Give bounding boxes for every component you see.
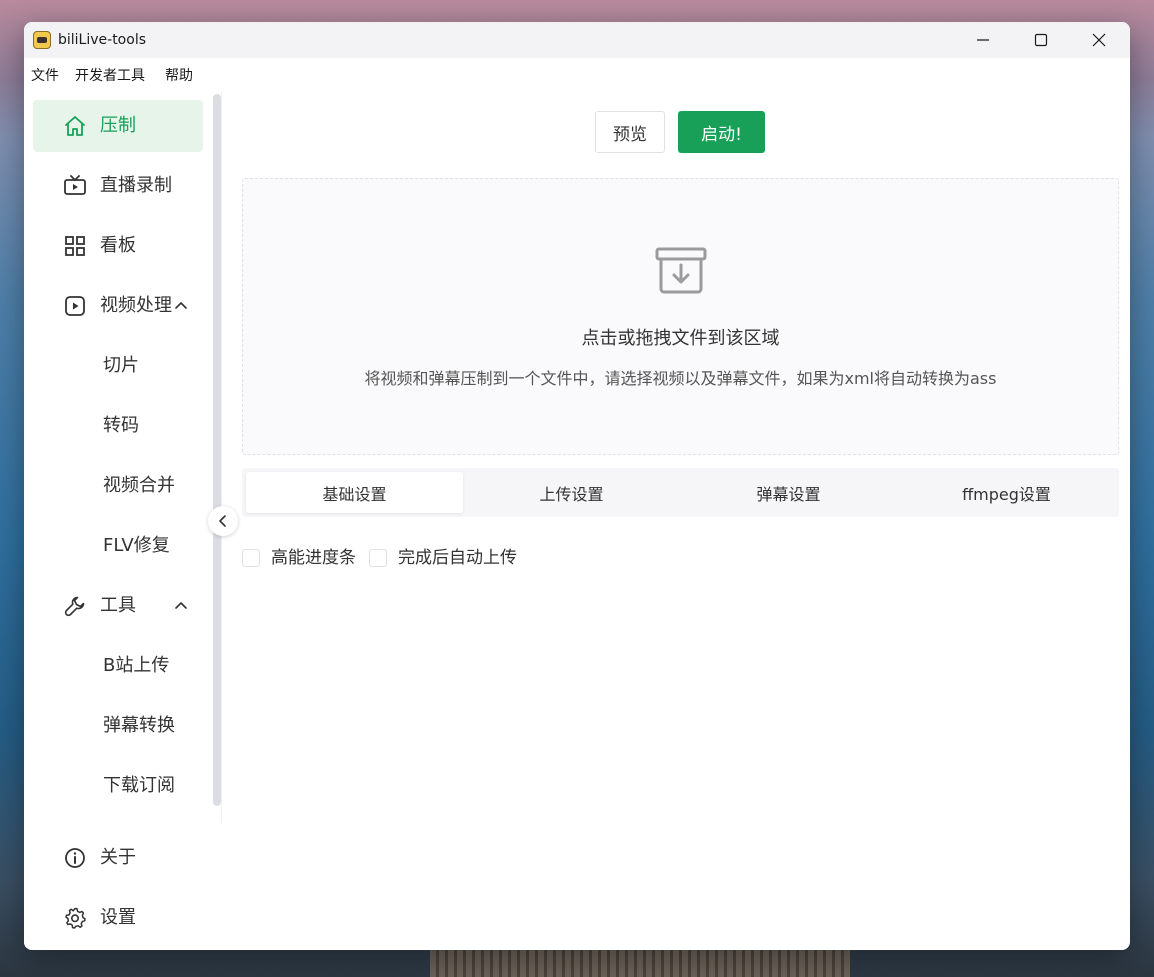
tab-upload-settings[interactable]: 上传设置 — [463, 472, 680, 513]
tab-danmaku-settings[interactable]: 弹幕设置 — [680, 472, 897, 513]
sidebar-item-live-record[interactable]: 直播录制 — [33, 160, 203, 212]
sidebar-item-label: B站上传 — [103, 655, 170, 676]
sidebar-item-download-subscribe[interactable]: 下载订阅 — [33, 760, 203, 812]
auto-upload-option[interactable]: 完成后自动上传 — [369, 547, 517, 569]
window-title: biliLive-tools — [58, 32, 146, 48]
start-button[interactable]: 启动! — [678, 111, 765, 153]
sidebar-item-label: 关于 — [100, 847, 136, 868]
play-circle-icon — [65, 296, 85, 316]
sidebar-item-clip[interactable]: 切片 — [33, 340, 203, 392]
minimize-button[interactable] — [954, 22, 1012, 58]
dashboard-icon — [65, 236, 85, 256]
sidebar-item-video-processing[interactable]: 视频处理 — [33, 280, 203, 332]
hq-progress-label: 高能进度条 — [271, 548, 356, 568]
sidebar-item-bilibili-upload[interactable]: B站上传 — [33, 640, 203, 692]
sidebar-collapse-button[interactable] — [208, 506, 238, 536]
sidebar-item-label: 下载订阅 — [103, 775, 175, 796]
auto-upload-label: 完成后自动上传 — [398, 548, 517, 568]
sidebar-item-label: 视频合并 — [103, 475, 175, 496]
archive-download-icon — [655, 247, 707, 294]
maximize-button[interactable] — [1012, 22, 1070, 58]
sidebar-item-tools[interactable]: 工具 — [33, 580, 203, 632]
app-window: biliLive-tools 文件 开发者工具 帮助 压制 直播录制 看板 视频… — [24, 22, 1130, 950]
dropzone-description: 将视频和弹幕压制到一个文件中，请选择视频以及弹幕文件，如果为xml将自动转换为a… — [364, 369, 997, 388]
app-logo-icon — [33, 31, 51, 49]
minimize-icon — [977, 39, 989, 41]
close-icon — [1092, 33, 1106, 47]
sidebar-item-label: 转码 — [103, 415, 139, 436]
sidebar-item-label: 压制 — [100, 115, 136, 136]
sidebar-item-label: 看板 — [100, 235, 136, 256]
sidebar-item-label: 视频处理 — [100, 295, 172, 316]
sidebar-item-label: 切片 — [103, 355, 139, 376]
sidebar-item-compress[interactable]: 压制 — [33, 100, 203, 152]
sidebar-item-dashboard[interactable]: 看板 — [33, 220, 203, 272]
sidebar-item-flv-repair[interactable]: FLV修复 — [33, 520, 203, 572]
dropzone-title: 点击或拖拽文件到该区域 — [581, 328, 780, 349]
gear-icon — [65, 907, 86, 929]
sidebar-scrollbar[interactable] — [213, 94, 221, 806]
chevron-left-icon — [219, 515, 226, 527]
info-icon — [65, 848, 85, 868]
sidebar-item-label: FLV修复 — [103, 535, 170, 556]
chevron-up-icon[interactable] — [173, 598, 189, 614]
sidebar-item-video-merge[interactable]: 视频合并 — [33, 460, 203, 512]
tab-ffmpeg-settings[interactable]: ffmpeg设置 — [898, 472, 1115, 513]
sidebar-item-danmaku-convert[interactable]: 弹幕转换 — [33, 700, 203, 752]
sidebar-item-settings[interactable]: 设置 — [33, 892, 203, 944]
menu-help[interactable]: 帮助 — [165, 68, 193, 84]
home-icon — [65, 116, 85, 136]
maximize-icon — [1034, 33, 1048, 47]
hq-progress-checkbox[interactable] — [242, 549, 260, 567]
sidebar-item-label: 工具 — [100, 595, 136, 616]
close-button[interactable] — [1070, 22, 1128, 58]
sidebar-divider — [221, 92, 222, 822]
sidebar-item-label: 直播录制 — [100, 175, 172, 196]
title-bar[interactable]: biliLive-tools — [24, 22, 1130, 58]
sidebar: 压制 直播录制 看板 视频处理 切片 转码 视频合并 FLV修复 工具 B站上传… — [24, 92, 222, 950]
menu-devtools[interactable]: 开发者工具 — [75, 68, 145, 84]
menu-file[interactable]: 文件 — [31, 68, 59, 84]
tv-icon — [64, 175, 86, 195]
preview-button[interactable]: 预览 — [595, 111, 665, 153]
sidebar-item-transcode[interactable]: 转码 — [33, 400, 203, 452]
sidebar-item-about[interactable]: 关于 — [33, 832, 203, 884]
auto-upload-checkbox[interactable] — [369, 549, 387, 567]
wrench-icon — [64, 596, 85, 617]
chevron-up-icon[interactable] — [173, 298, 189, 314]
menu-bar: 文件 开发者工具 帮助 — [24, 58, 1130, 92]
hq-progress-option[interactable]: 高能进度条 — [242, 547, 356, 569]
settings-tabs: 基础设置 上传设置 弹幕设置 ffmpeg设置 — [242, 468, 1119, 517]
file-dropzone[interactable]: 点击或拖拽文件到该区域 将视频和弹幕压制到一个文件中，请选择视频以及弹幕文件，如… — [242, 178, 1119, 455]
sidebar-item-label: 设置 — [100, 907, 136, 928]
tab-basic-settings[interactable]: 基础设置 — [246, 472, 463, 513]
sidebar-item-label: 弹幕转换 — [103, 715, 175, 736]
